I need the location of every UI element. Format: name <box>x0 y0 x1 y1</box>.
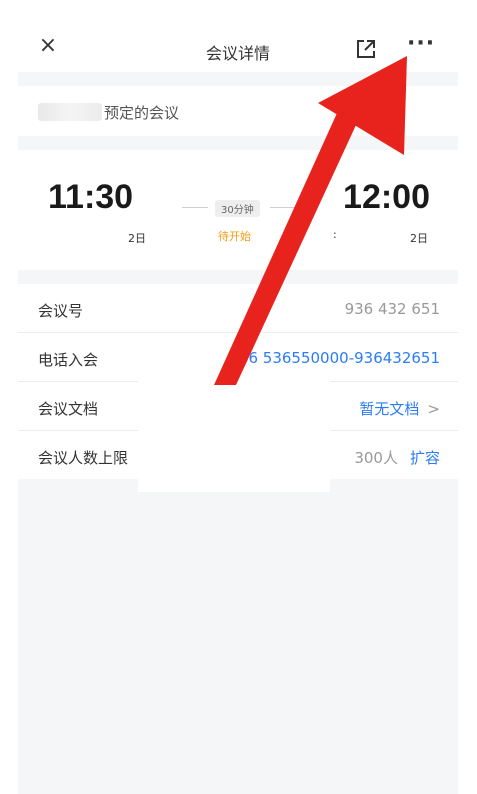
capacity-value: 300人 <box>354 449 398 467</box>
phone-value[interactable]: +86 536550000-936432651 <box>226 349 440 367</box>
row-phone-join[interactable]: 电话入会 +86 536550000-936432651 <box>18 333 458 382</box>
duration-badge: 30分钟 <box>215 200 260 217</box>
row-meeting-id[interactable]: 会议号 936 432 651 <box>18 284 458 333</box>
start-time: 11:30 <box>48 178 134 216</box>
expand-capacity-button[interactable]: 扩容 <box>410 449 440 467</box>
meeting-id-label: 会议号 <box>38 302 84 320</box>
navbar: × 会议详情 ··· <box>18 0 458 72</box>
more-icon[interactable]: ··· <box>407 33 435 58</box>
end-date-partial: : <box>333 228 337 241</box>
chevron-right-icon: > <box>427 400 440 418</box>
organizer-suffix: 预定的会议 <box>104 104 180 122</box>
end-date: 2日 <box>410 232 428 245</box>
duration-line-right <box>270 207 296 208</box>
redaction-patch <box>138 380 330 492</box>
organizer-bar: 预定的会议 <box>18 86 458 136</box>
capacity-label: 会议人数上限 <box>38 449 129 467</box>
docs-label: 会议文档 <box>38 400 99 418</box>
end-time: 12:00 <box>343 178 430 216</box>
phone-label: 电话入会 <box>38 351 99 369</box>
redacted-name <box>38 103 102 121</box>
duration-line-left <box>182 207 208 208</box>
docs-value-wrap[interactable]: 暂无文档 > <box>359 398 440 419</box>
time-card: 11:30 2日 30分钟 待开始 : 12:00 2日 <box>18 150 458 270</box>
share-icon[interactable] <box>355 38 377 60</box>
status-text: 待开始 <box>218 230 251 243</box>
start-date: 2日 <box>128 232 146 245</box>
meeting-id-value[interactable]: 936 432 651 <box>345 300 440 318</box>
page-title: 会议详情 <box>205 44 270 63</box>
docs-value[interactable]: 暂无文档 <box>359 400 419 418</box>
organizer-text: 预定的会议 <box>38 102 179 123</box>
capacity-value-wrap: 300人 扩容 <box>354 447 440 468</box>
